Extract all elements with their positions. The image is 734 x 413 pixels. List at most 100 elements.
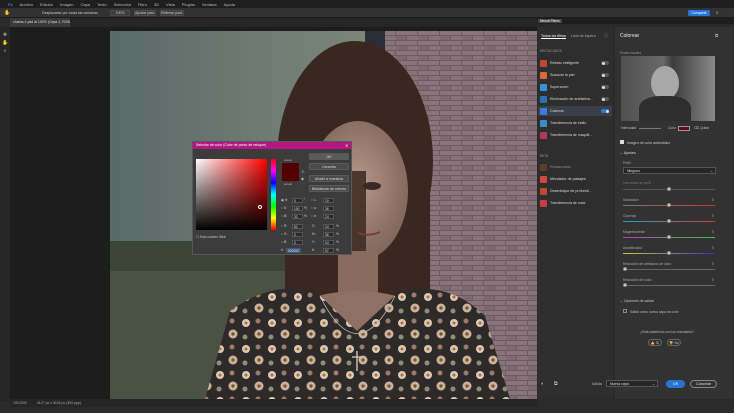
web-only-checkbox[interactable]: ☐ [196, 235, 199, 239]
m-field[interactable]: 96 [323, 232, 334, 237]
focal-color-swatch[interactable] [678, 126, 690, 131]
output-options-header[interactable]: ⌄ Opciones de salida [620, 299, 654, 303]
yellow-blue-value[interactable]: 0 [712, 246, 714, 250]
info-icon[interactable]: ⓘ [604, 33, 608, 39]
filter-restauracion[interactable]: Restauración [538, 162, 612, 172]
ok-button[interactable]: OK [309, 153, 349, 160]
layer-icon[interactable]: ⧉ [715, 33, 718, 38]
cyan-red-value[interactable]: 0 [712, 214, 714, 218]
output-select[interactable]: Nueva capa ⌄ [606, 380, 658, 387]
noise-value[interactable]: 0 [712, 278, 714, 282]
filter-superzoom[interactable]: Superzoom [538, 82, 612, 92]
compare-icon[interactable]: ◐ [541, 381, 544, 387]
radio-r[interactable]: ○ [281, 224, 283, 228]
document-tab[interactable]: chama-1.psd al 100% (Capa 2, RGB/8#) * [10, 18, 70, 27]
radio-a[interactable]: ○ [311, 206, 313, 210]
document-info[interactable]: 4127 px x 3118 px (300 ppp) [37, 401, 81, 405]
search-icon[interactable]: ⌕ [716, 10, 719, 15]
slider-knob[interactable] [667, 251, 671, 255]
color-libraries-button[interactable]: Bibliotecas de colores [309, 185, 349, 192]
yellow-blue-slider[interactable] [623, 251, 715, 255]
b-field[interactable]: 32 [292, 214, 303, 219]
menu-plugins[interactable]: Plugins [182, 2, 195, 7]
ok-button[interactable]: OK [666, 380, 685, 388]
radio-blue[interactable]: ○ [281, 240, 283, 244]
filter-eliminacion-artefactos[interactable]: Eliminación de artefactos... [538, 94, 612, 104]
toggle[interactable] [601, 97, 609, 101]
filter-mezclador-paisajes[interactable]: Mezclador de paisajes [538, 174, 612, 184]
add-to-swatches-button[interactable]: Añadir a muestras [309, 175, 349, 182]
h-field[interactable]: 0 [292, 198, 303, 203]
magenta-green-slider[interactable] [623, 235, 715, 239]
layer-preview-icon[interactable]: ⧉ [554, 381, 558, 387]
remove-icon[interactable]: ⌫ [694, 126, 699, 130]
remove-label[interactable]: Quitar [700, 126, 709, 130]
slider-knob[interactable] [667, 219, 671, 223]
web-safe-cube-icon[interactable]: ◈ [301, 176, 304, 181]
zoom-level[interactable]: 100,00% [13, 401, 27, 405]
menu-seleccion[interactable]: Selección [114, 2, 131, 7]
color-artifact-value[interactable]: 0 [712, 262, 714, 266]
r-field[interactable]: 82 [292, 224, 303, 229]
radio-lab-b[interactable]: ○ [311, 214, 313, 218]
noise-slider[interactable] [623, 283, 715, 287]
hand-tool-icon[interactable]: ✋ [2, 41, 8, 46]
slider-knob[interactable] [667, 187, 671, 191]
close-icon[interactable]: ✕ [345, 143, 348, 148]
output-new-layer-checkbox[interactable] [623, 309, 627, 313]
menu-3d[interactable]: 3D [154, 2, 159, 7]
radio-s[interactable]: ○ [281, 206, 283, 210]
zoom-100-button[interactable]: 100% [110, 10, 130, 16]
lab-b-field[interactable]: 24 [323, 214, 334, 219]
menu-filtro[interactable]: Filtro [138, 2, 147, 7]
slider-knob[interactable] [667, 203, 671, 207]
toggle[interactable] [601, 73, 609, 77]
g-field[interactable]: 0 [292, 232, 303, 237]
fit-screen-button[interactable]: Ajustar pant. [134, 10, 156, 16]
slider-knob[interactable] [623, 283, 627, 287]
filter-colorear[interactable]: Colorear [538, 106, 612, 116]
menu-edicion[interactable]: Edición [40, 2, 53, 7]
color-field[interactable] [196, 159, 267, 230]
magenta-green-value[interactable]: 0 [712, 230, 714, 234]
k-field[interactable]: 57 [323, 248, 334, 253]
a-field[interactable]: 36 [323, 206, 334, 211]
toggle[interactable] [601, 85, 609, 89]
share-button[interactable]: Compartir [688, 10, 710, 16]
filter-transferencia-color[interactable]: Transferencia de color [538, 198, 612, 208]
toggle[interactable] [601, 61, 609, 65]
current-color-swatch[interactable] [282, 172, 299, 181]
menu-capa[interactable]: Capa [80, 2, 90, 7]
adjust-header[interactable]: ⌄ Ajustes [620, 151, 636, 155]
yes-button[interactable]: 👍 Sí [648, 339, 662, 346]
menu-ayuda[interactable]: Ayuda [224, 2, 235, 7]
out-of-gamut-icon[interactable]: ⚠ [301, 169, 305, 174]
menu-ventana[interactable]: Ventana [202, 2, 217, 7]
move-tool-icon[interactable]: ✥ [2, 33, 8, 38]
fill-screen-button[interactable]: Rellenar pant. [160, 10, 184, 16]
menu-vista[interactable]: Vista [166, 2, 175, 7]
l-field[interactable]: 15 [323, 198, 334, 203]
auto-color-checkbox[interactable] [620, 140, 624, 144]
cancel-button[interactable]: Cancelar [690, 380, 717, 388]
cyan-red-slider[interactable] [623, 219, 715, 223]
dialog-title[interactable]: Selector de color (Color de punto de ret… [193, 142, 351, 149]
saturation-value[interactable]: 0 [712, 198, 714, 202]
y-field[interactable]: 94 [323, 240, 334, 245]
intensity-slider[interactable] [639, 128, 661, 129]
saturation-slider[interactable] [623, 203, 715, 207]
radio-b[interactable]: ○ [281, 214, 283, 218]
toggle[interactable] [601, 109, 609, 113]
slider-knob[interactable] [623, 267, 627, 271]
blue-field[interactable]: 0 [292, 240, 303, 245]
tab-wait-list[interactable]: Lista de espera [571, 34, 596, 38]
filter-retrato-inteligente[interactable]: Retrato inteligente [538, 58, 612, 68]
radio-g[interactable]: ○ [281, 232, 283, 236]
hue-slider[interactable] [271, 159, 276, 230]
scroll-all-windows-checkbox[interactable]: Desplazarse por todas las ventanas [40, 10, 100, 16]
menu-imagen[interactable]: Imagen [60, 2, 73, 7]
ps-logo-icon[interactable]: Ps [8, 2, 13, 7]
slider-knob[interactable] [667, 235, 671, 239]
no-button[interactable]: 👎 No [667, 339, 681, 346]
profile-select[interactable]: Ninguno ⌄ [623, 167, 716, 174]
